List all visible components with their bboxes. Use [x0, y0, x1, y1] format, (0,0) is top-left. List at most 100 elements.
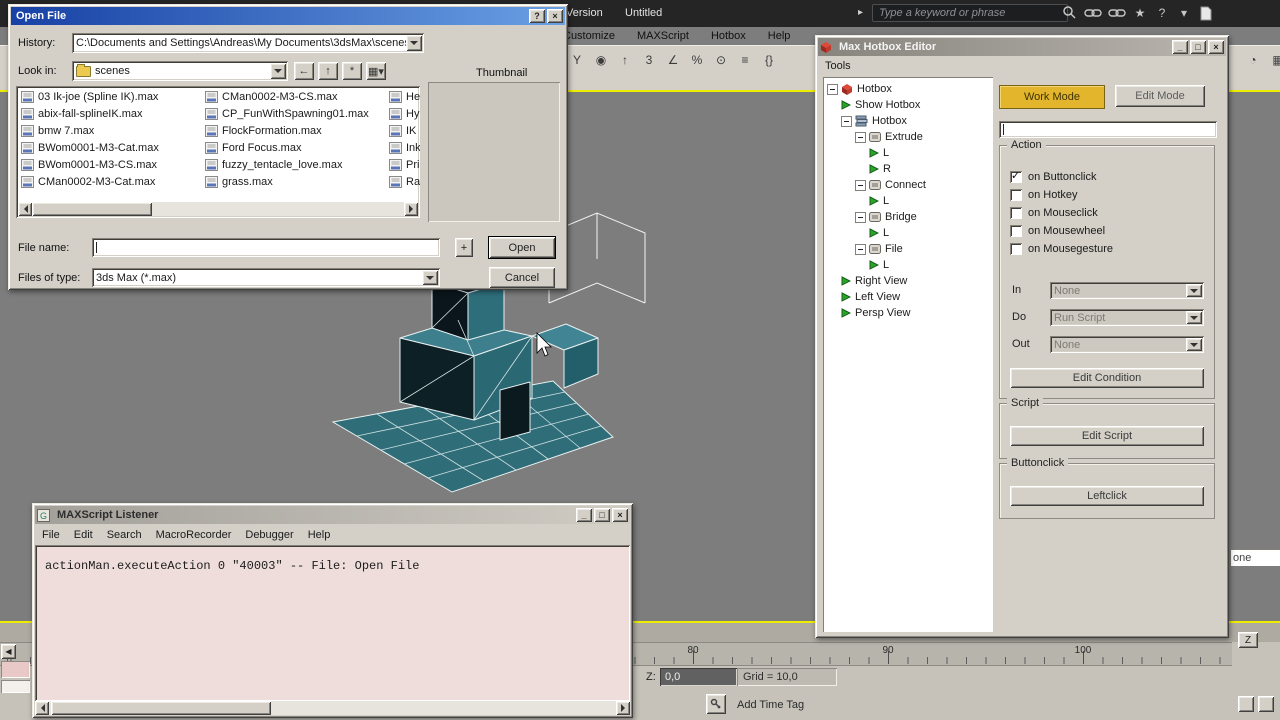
tree-item-connect[interactable]: Connect	[823, 177, 993, 193]
tree-item-persp-view[interactable]: Persp View	[823, 305, 993, 321]
file-name-input[interactable]	[92, 238, 440, 257]
collapse-expander-icon[interactable]	[855, 211, 866, 223]
scrollbar-thumb[interactable]	[51, 701, 271, 715]
collapse-expander-icon[interactable]	[855, 179, 866, 191]
help-menu-caret-icon[interactable]: ▾	[1176, 4, 1192, 22]
listener-hscrollbar[interactable]	[35, 701, 630, 715]
tree-item-bridge[interactable]: Bridge	[823, 209, 993, 225]
checkbox-box[interactable]	[1010, 189, 1022, 201]
file-item[interactable]: grass.max	[203, 173, 385, 190]
dropdown-arrow-icon[interactable]	[1186, 311, 1202, 324]
minimize-button[interactable]: _	[1172, 40, 1188, 54]
link-icon[interactable]	[1084, 4, 1102, 22]
cancel-button[interactable]: Cancel	[489, 267, 555, 288]
z-axis-fragment-button[interactable]: Z	[1238, 632, 1258, 648]
plus-button[interactable]: +	[455, 238, 473, 257]
dropdown-arrow-icon[interactable]	[1186, 284, 1202, 297]
overflow-arrow-icon[interactable]: ▸	[858, 7, 863, 18]
time-tag-key-icon[interactable]	[706, 694, 726, 714]
checkbox-box[interactable]	[1010, 225, 1022, 237]
dropdown-arrow-icon[interactable]	[1186, 338, 1202, 351]
tree-item-l[interactable]: L	[823, 145, 993, 161]
tree-item-l[interactable]: L	[823, 257, 993, 273]
help-icon[interactable]: ?	[1154, 4, 1170, 22]
region-select-icon[interactable]: ◉	[590, 49, 612, 71]
collapse-expander-icon[interactable]	[855, 243, 866, 255]
file-item[interactable]: 03 Ik-joe (Spline IK).max	[19, 88, 201, 105]
search-input[interactable]	[872, 4, 1068, 22]
edit-condition-button[interactable]: Edit Condition	[1010, 368, 1204, 388]
mirror-icon[interactable]: ↑	[614, 49, 636, 71]
snap-toggle-3d-icon[interactable]: 3	[638, 49, 660, 71]
file-item[interactable]: BWom0001-M3-CS.max	[19, 156, 201, 173]
file-item[interactable]: Rair	[387, 173, 420, 190]
close-button[interactable]: ×	[1208, 40, 1224, 54]
listener-menu-edit[interactable]: Edit	[67, 529, 100, 541]
file-item[interactable]: Hea	[387, 88, 420, 105]
spinner-snap-icon[interactable]: ⊙	[710, 49, 732, 71]
app-menu-maxscript[interactable]: MAXScript	[626, 30, 700, 42]
open-button[interactable]: Open	[489, 237, 555, 258]
angle-snap-icon[interactable]: ∠	[662, 49, 684, 71]
leftclick-button[interactable]: Leftclick	[1010, 486, 1204, 506]
listener-menu-help[interactable]: Help	[301, 529, 338, 541]
listener-menu-file[interactable]: File	[35, 529, 67, 541]
checkbox-on-buttonclick[interactable]: ✓ on Buttonclick	[1010, 168, 1214, 186]
listener-titlebar[interactable]: G MAXScript Listener _ □ ×	[35, 506, 630, 524]
checkbox-on-hotkey[interactable]: on Hotkey	[1010, 186, 1214, 204]
tree-item-show-hotbox[interactable]: Show Hotbox	[823, 97, 993, 113]
file-item[interactable]: abix-fall-splineIK.max	[19, 105, 201, 122]
scroll-left-arrow-icon[interactable]	[35, 701, 49, 715]
edit-mode-button[interactable]: Edit Mode	[1115, 85, 1205, 107]
checkbox-box[interactable]: ✓	[1010, 170, 1022, 183]
percent-snap-icon[interactable]: %	[686, 49, 708, 71]
file-list-hscrollbar[interactable]	[18, 202, 418, 216]
tree-item-r[interactable]: R	[823, 161, 993, 177]
help-button[interactable]: ?	[529, 9, 545, 23]
checkbox-on-mousewheel[interactable]: on Mousewheel	[1010, 222, 1214, 240]
file-item[interactable]: Hym	[387, 105, 420, 122]
files-of-type-dropdown[interactable]: 3ds Max (*.max)	[92, 268, 440, 287]
collapse-expander-icon[interactable]	[841, 115, 852, 127]
file-item[interactable]: Ford Focus.max	[203, 139, 385, 156]
mini-listener-macro-pane[interactable]	[1, 661, 30, 678]
curve-editor-icon[interactable]: {}	[758, 49, 780, 71]
hotbox-titlebar[interactable]: Max Hotbox Editor _ □ ×	[818, 38, 1226, 56]
do-dropdown[interactable]: Run Script	[1050, 309, 1204, 326]
file-item[interactable]: InkF	[387, 139, 420, 156]
maximize-button[interactable]: □	[1190, 40, 1206, 54]
in-dropdown[interactable]: None	[1050, 282, 1204, 299]
dropdown-arrow-icon[interactable]	[406, 35, 422, 51]
named-selection-sets-icon[interactable]: ≡	[734, 49, 756, 71]
app-menu-hotbox[interactable]: Hotbox	[700, 30, 757, 42]
app-menu-help[interactable]: Help	[757, 30, 802, 42]
open-file-titlebar[interactable]: Open File ? ×	[11, 7, 565, 25]
statusbar-corner-button-1[interactable]	[1238, 696, 1254, 712]
favorites-star-icon[interactable]: ★	[1132, 4, 1148, 22]
file-item[interactable]: bmw 7.max	[19, 122, 201, 139]
checkbox-on-mousegesture[interactable]: on Mousegesture	[1010, 240, 1214, 258]
work-mode-button[interactable]: Work Mode	[999, 85, 1105, 109]
dropdown-arrow-icon[interactable]	[422, 270, 438, 285]
scroll-right-arrow-icon[interactable]	[404, 202, 418, 216]
tree-item-left-view[interactable]: Left View	[823, 289, 993, 305]
trackbar-scroll-left-button[interactable]: ◀	[1, 644, 16, 659]
create-new-folder-icon[interactable]: *	[342, 62, 362, 80]
render-icon[interactable]: ◔	[1242, 49, 1264, 71]
file-list[interactable]: 03 Ik-joe (Spline IK).max abix-fall-splin…	[16, 86, 420, 218]
view-menu-icon[interactable]: ▦▾	[366, 62, 386, 80]
up-one-level-icon[interactable]: ↑	[318, 62, 338, 80]
look-in-dropdown[interactable]: scenes	[72, 61, 288, 81]
file-item[interactable]: fuzzy_tentacle_love.max	[203, 156, 385, 173]
dropdown-arrow-icon[interactable]	[270, 63, 286, 79]
tree-item-extrude[interactable]: Extrude	[823, 129, 993, 145]
link-add-icon[interactable]	[1108, 4, 1126, 22]
file-item[interactable]: IK	[387, 122, 420, 139]
minimize-button[interactable]: _	[576, 508, 592, 522]
search-icon[interactable]	[1062, 4, 1078, 22]
hotbox-menu-tools[interactable]: Tools	[818, 60, 858, 72]
page-icon[interactable]	[1198, 4, 1214, 22]
select-and-manipulate-icon[interactable]: Y	[566, 49, 588, 71]
listener-menu-search[interactable]: Search	[100, 529, 149, 541]
tree-item-hotbox[interactable]: Hotbox	[823, 81, 993, 97]
